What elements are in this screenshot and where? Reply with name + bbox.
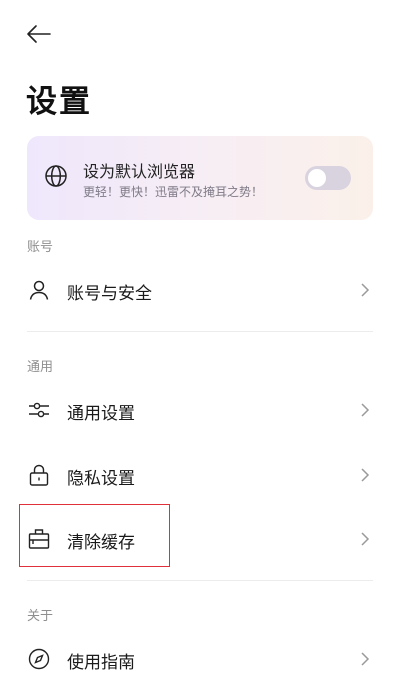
chevron-right-icon [360,282,370,298]
chevron-right-icon [360,651,370,667]
settings-row-account-security[interactable]: 账号与安全 [0,262,400,318]
page-title: 设置 [26,84,92,120]
section-label-general: 通用 [27,360,54,375]
toggle-knob [308,169,326,187]
user-icon [28,279,50,301]
globe-icon [44,164,68,188]
row-label: 账号与安全 [67,284,152,304]
sliders-icon [28,399,50,421]
section-label-about: 关于 [27,609,54,624]
row-label: 使用指南 [67,653,135,673]
settings-row-user-guide[interactable]: 使用指南 [0,631,400,687]
divider [27,331,373,332]
chevron-right-icon [360,467,370,483]
default-browser-subtitle: 更轻！更快！迅雷不及掩耳之势！ [83,185,264,199]
settings-row-privacy[interactable]: 隐私设置 [0,447,400,503]
settings-row-general-settings[interactable]: 通用设置 [0,382,400,438]
section-label-account: 账号 [27,240,54,255]
highlight-box [19,504,170,567]
lock-icon [28,464,50,486]
divider [27,580,373,581]
back-arrow-icon [27,25,51,43]
back-button[interactable] [24,18,56,50]
row-label: 通用设置 [67,404,135,424]
row-label: 隐私设置 [67,469,135,489]
default-browser-toggle[interactable] [305,166,351,190]
default-browser-title: 设为默认浏览器 [83,162,196,181]
chevron-right-icon [360,531,370,547]
chevron-right-icon [360,402,370,418]
compass-icon [28,648,50,670]
